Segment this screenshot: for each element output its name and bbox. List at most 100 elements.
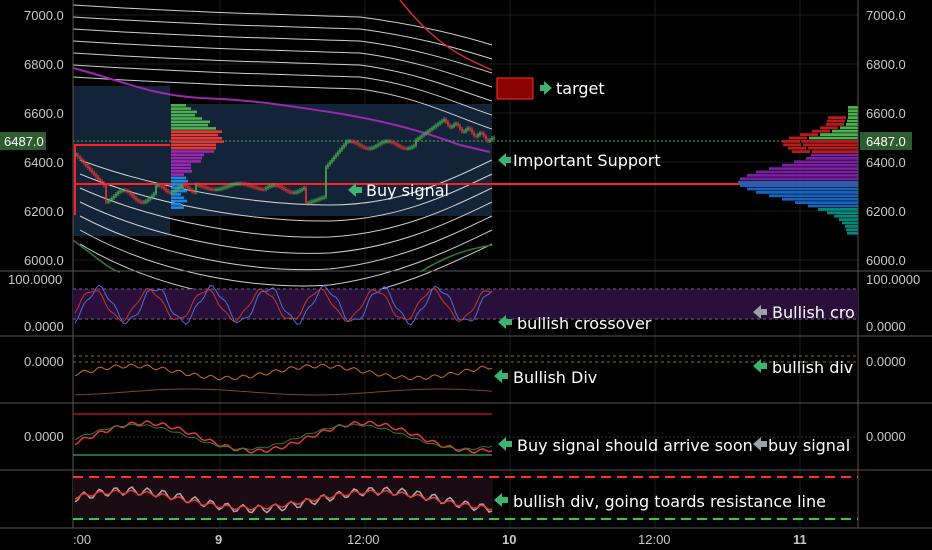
candle-body bbox=[335, 154, 337, 158]
candle-body bbox=[207, 188, 209, 190]
candle-body bbox=[283, 188, 285, 190]
candle-body bbox=[101, 181, 103, 184]
candle-body bbox=[289, 191, 291, 193]
candle-body bbox=[121, 190, 123, 192]
candle-body bbox=[345, 141, 347, 145]
arrow-left-icon bbox=[753, 359, 767, 373]
candle-body bbox=[169, 192, 171, 194]
candle-body bbox=[327, 164, 329, 167]
arrow-left-icon bbox=[753, 437, 767, 451]
candle-body bbox=[209, 188, 211, 190]
candle-body bbox=[477, 134, 479, 137]
vp-bar bbox=[171, 113, 195, 117]
candle-body bbox=[119, 190, 121, 193]
candle-body bbox=[425, 132, 427, 135]
candle-body bbox=[155, 185, 157, 194]
candle-body bbox=[479, 132, 481, 135]
vp-bar bbox=[171, 137, 222, 140]
rsi-label: bullish div, going toards resistance lin… bbox=[513, 492, 826, 511]
vp-bar bbox=[769, 167, 858, 170]
candle-body bbox=[271, 185, 273, 187]
candle-body bbox=[157, 185, 159, 187]
candle-body bbox=[153, 193, 155, 196]
vp-bar bbox=[747, 187, 858, 191]
candle-body bbox=[467, 128, 469, 130]
candle-body bbox=[149, 197, 151, 200]
candle-body bbox=[309, 202, 311, 204]
buy-signal-label: Buy signal bbox=[366, 181, 449, 200]
candle-body bbox=[429, 129, 431, 132]
candle-body bbox=[159, 185, 161, 187]
candle-body bbox=[135, 197, 137, 200]
candle-body bbox=[321, 197, 323, 199]
vp-bar bbox=[171, 173, 184, 176]
candle-body bbox=[247, 184, 249, 186]
candle-body bbox=[421, 135, 423, 138]
candle-body bbox=[411, 146, 413, 148]
candle-body bbox=[279, 186, 281, 188]
candle-body bbox=[275, 185, 277, 187]
x-tick-0: :00 bbox=[73, 532, 91, 547]
candle-body bbox=[379, 143, 381, 145]
annotation-buy-signal-right: buy signal bbox=[753, 436, 850, 455]
candle-body bbox=[423, 134, 425, 136]
candle-body bbox=[393, 142, 395, 144]
vp-bar bbox=[846, 228, 858, 232]
arrow-left-icon bbox=[494, 369, 508, 383]
candle-body bbox=[433, 126, 435, 129]
mom-tick-0: 0.0000 bbox=[24, 429, 64, 444]
candle-body bbox=[413, 145, 415, 147]
candle-body bbox=[103, 183, 105, 186]
x-tick-5: 11 bbox=[793, 532, 807, 547]
vp-bar bbox=[848, 106, 858, 109]
candle-body bbox=[187, 186, 189, 188]
vp-bar bbox=[171, 203, 181, 206]
vp-bar bbox=[826, 123, 844, 126]
vp-bar bbox=[795, 201, 858, 204]
candle-body bbox=[455, 123, 457, 125]
stoch-zone bbox=[73, 289, 858, 319]
candle-body bbox=[267, 186, 269, 189]
candle-body bbox=[261, 188, 263, 190]
candle-body bbox=[407, 148, 409, 150]
candle-body bbox=[223, 187, 225, 189]
candle-body bbox=[333, 157, 335, 160]
vp-bar bbox=[812, 150, 858, 153]
candle-body bbox=[491, 137, 493, 140]
vp-bar bbox=[806, 157, 858, 160]
candle-body bbox=[205, 187, 207, 189]
candle-body bbox=[171, 192, 173, 194]
annotation-rsi: bullish div, going toards resistance lin… bbox=[494, 492, 826, 511]
candle-body bbox=[437, 123, 439, 126]
vp-bar bbox=[792, 150, 810, 153]
y-tick-r-6200: 6200.0 bbox=[866, 204, 906, 219]
vp-bar bbox=[171, 176, 186, 180]
candle-body bbox=[457, 123, 459, 126]
candle-body bbox=[339, 149, 341, 153]
candle-body bbox=[291, 192, 293, 194]
candle-body bbox=[351, 141, 353, 143]
vp-bar bbox=[820, 133, 858, 136]
vp-bar bbox=[848, 109, 858, 113]
candle-body bbox=[87, 165, 89, 168]
candle-body bbox=[315, 199, 317, 201]
vp-bar bbox=[171, 156, 202, 160]
osc-tick-r-0: 0.0000 bbox=[866, 354, 906, 369]
y-tick-6000: 6000.0 bbox=[24, 253, 64, 268]
stoch-tick-r-100: 100.0000 bbox=[866, 272, 920, 287]
stoch-tick-0: 0.0000 bbox=[24, 319, 64, 334]
vp-bar bbox=[840, 126, 858, 130]
candle-body bbox=[365, 147, 367, 149]
candle-body bbox=[111, 198, 113, 200]
candle-body bbox=[301, 189, 303, 191]
vp-bar bbox=[789, 136, 807, 140]
candle-body bbox=[113, 195, 115, 199]
support-label: Important Support bbox=[513, 151, 661, 170]
candle-body bbox=[97, 176, 99, 179]
candle-body bbox=[347, 141, 349, 143]
vp-bar bbox=[811, 153, 858, 157]
candle-body bbox=[343, 144, 345, 148]
candle-body bbox=[449, 125, 451, 128]
vp-bar bbox=[171, 199, 187, 203]
vp-bar bbox=[812, 129, 830, 133]
